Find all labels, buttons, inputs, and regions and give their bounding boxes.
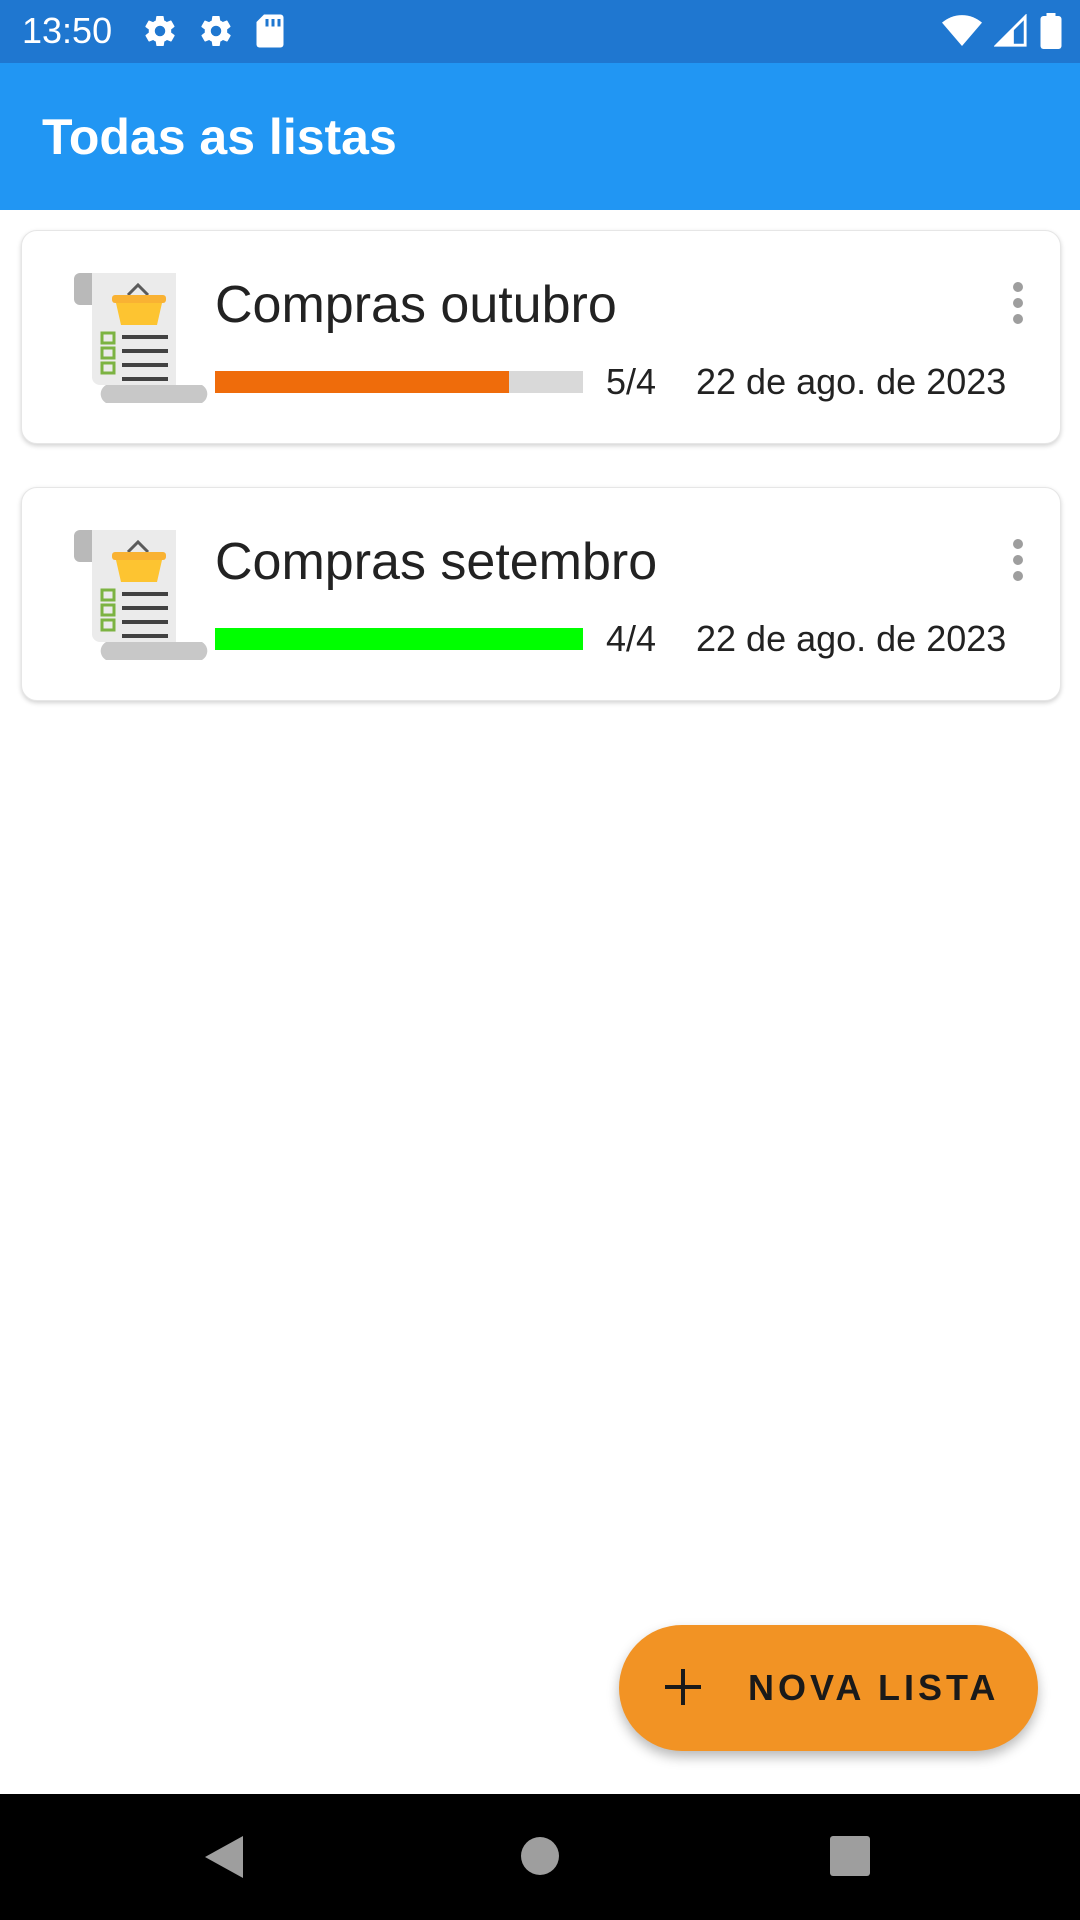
shopping-list-icon	[74, 273, 208, 403]
sd-card-icon	[254, 13, 286, 49]
list-progress-bar	[215, 371, 583, 393]
status-system-icons	[942, 13, 1062, 49]
gear-icon	[198, 13, 234, 49]
list-progress-fill	[215, 628, 583, 650]
wifi-icon	[942, 14, 982, 48]
list-date: 22 de ago. de 2023	[696, 618, 1007, 659]
navigation-bar	[0, 1794, 1080, 1920]
battery-icon	[1040, 13, 1062, 49]
status-notification-icons	[142, 13, 286, 49]
plus-icon	[665, 1669, 701, 1705]
list-card[interactable]: Compras setembro 4/4 22 de ago. de 2023	[21, 487, 1061, 701]
status-time: 13:50	[22, 10, 113, 51]
more-options-button[interactable]	[996, 534, 1040, 586]
list-progress-fill	[215, 371, 510, 393]
list-progress-bar	[215, 628, 583, 650]
back-icon[interactable]	[203, 1834, 247, 1880]
new-list-button[interactable]: NOVA LISTA	[619, 1625, 1038, 1751]
app-bar: Todas as listas	[0, 63, 1080, 210]
more-options-button[interactable]	[996, 277, 1040, 329]
list-count: 5/4	[606, 361, 657, 402]
more-vert-icon	[1013, 539, 1023, 581]
page-title: Todas as listas	[42, 109, 397, 165]
list-name: Compras outubro	[215, 276, 617, 334]
new-list-label: NOVA LISTA	[748, 1667, 1000, 1708]
shopping-list-icon	[74, 530, 208, 660]
home-icon[interactable]	[520, 1836, 560, 1876]
list-card[interactable]: Compras outubro 5/4 22 de ago. de 2023	[21, 230, 1061, 444]
more-vert-icon	[1013, 282, 1023, 324]
recents-icon[interactable]	[830, 1836, 870, 1876]
gear-icon	[142, 13, 178, 49]
list-date: 22 de ago. de 2023	[696, 361, 1007, 402]
list-count: 4/4	[606, 618, 657, 659]
status-bar: 13:50	[0, 0, 1080, 63]
list-name: Compras setembro	[215, 533, 658, 591]
signal-icon	[994, 14, 1028, 48]
